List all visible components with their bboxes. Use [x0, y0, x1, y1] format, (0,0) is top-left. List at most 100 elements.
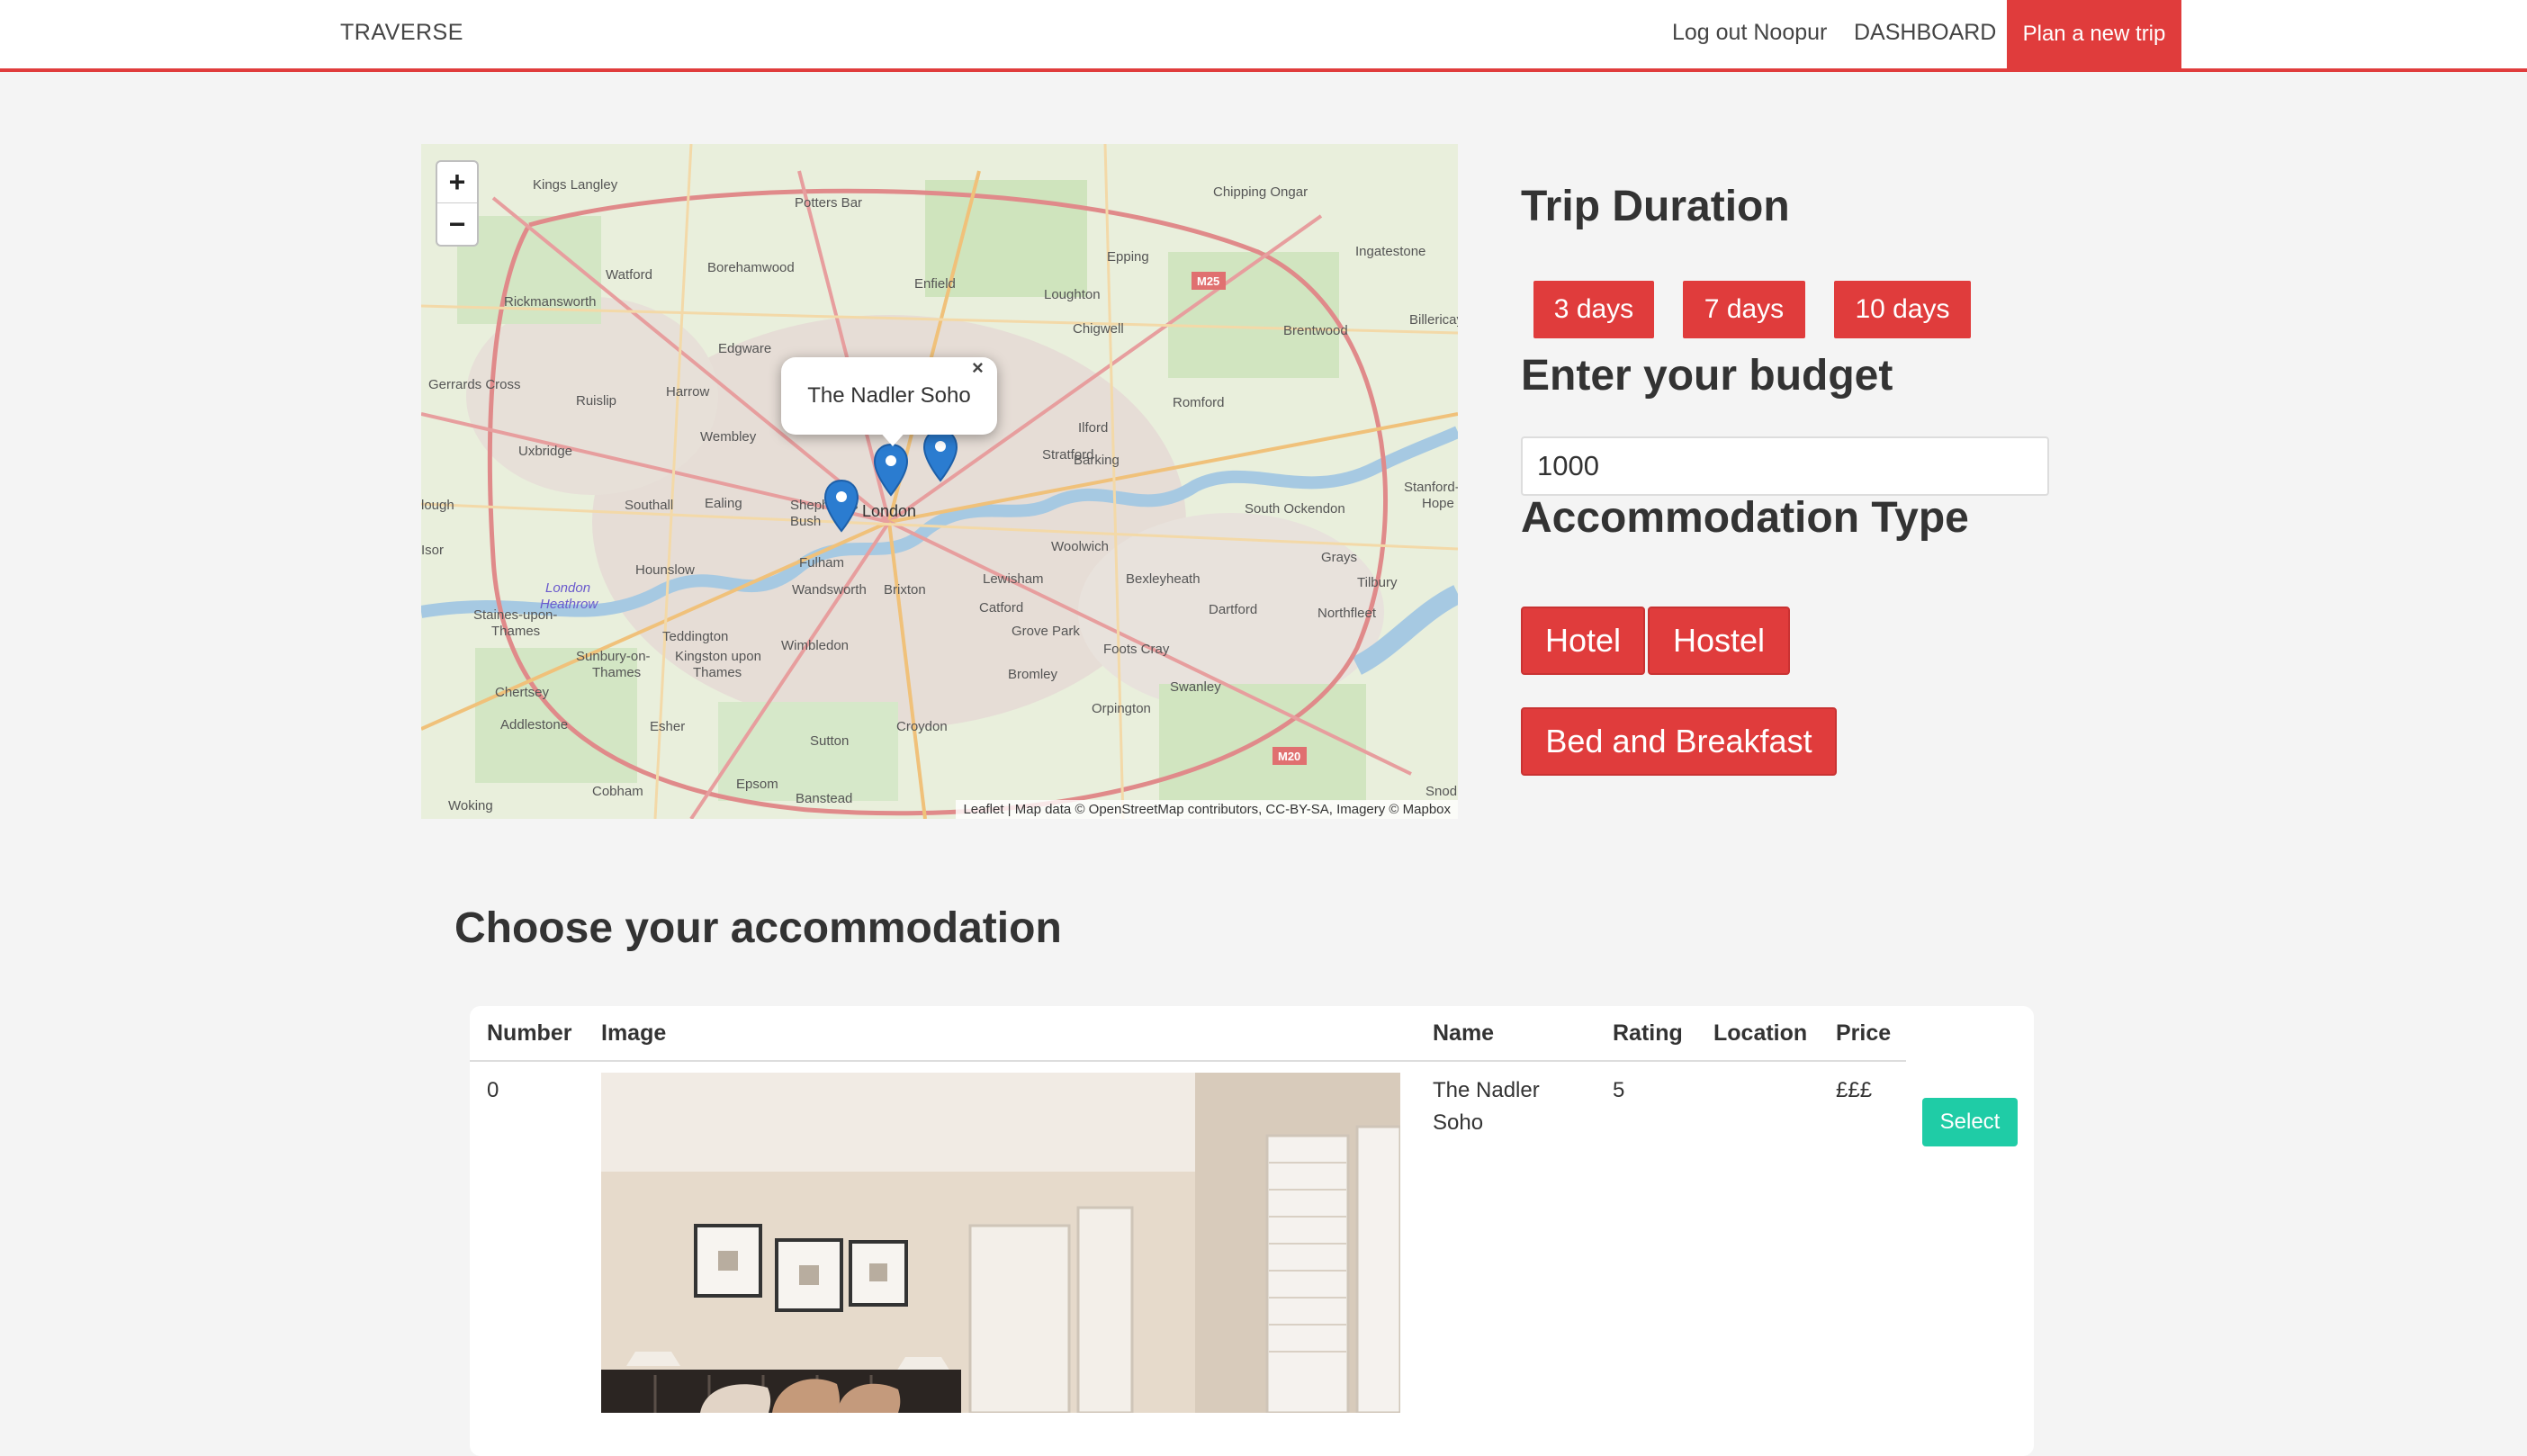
column-header-price: Price	[1836, 1020, 1892, 1046]
row-rating: 5	[1613, 1078, 1625, 1102]
svg-text:Kings Langley: Kings Langley	[533, 177, 618, 193]
row-number: 0	[487, 1078, 499, 1102]
svg-text:Billericay: Billericay	[1409, 312, 1458, 328]
svg-text:Snod: Snod	[1425, 784, 1457, 799]
svg-text:Watford: Watford	[606, 267, 652, 283]
svg-text:Ruislip: Ruislip	[576, 393, 616, 409]
svg-text:Catford: Catford	[979, 600, 1023, 616]
svg-text:Ilford: Ilford	[1078, 420, 1108, 436]
svg-text:lough: lough	[421, 498, 454, 513]
svg-text:Woking: Woking	[448, 798, 493, 813]
budget-input[interactable]	[1521, 436, 2049, 496]
svg-text:Ealing: Ealing	[705, 496, 742, 511]
svg-text:M20: M20	[1278, 750, 1300, 763]
top-navbar: TRAVERSE Log out Noopur DASHBOARD Plan a…	[0, 0, 2527, 72]
svg-text:Fulham: Fulham	[799, 555, 844, 571]
type-hostel-button[interactable]: Hostel	[1648, 607, 1790, 675]
budget-heading: Enter your budget	[1521, 352, 1893, 400]
svg-text:Sutton: Sutton	[810, 733, 849, 749]
svg-text:Ingatestone: Ingatestone	[1355, 244, 1425, 259]
svg-text:Wandsworth: Wandsworth	[792, 582, 867, 598]
map-marker-icon[interactable]	[873, 443, 909, 497]
svg-text:Rickmansworth: Rickmansworth	[504, 294, 597, 310]
choose-accommodation-heading: Choose your accommodation	[454, 904, 1062, 952]
svg-text:Harrow: Harrow	[666, 384, 710, 400]
svg-text:Romford: Romford	[1173, 395, 1225, 410]
column-header-name: Name	[1433, 1020, 1495, 1046]
svg-text:Lewisham: Lewisham	[983, 571, 1044, 587]
svg-text:Thames: Thames	[491, 624, 540, 639]
svg-text:Thames: Thames	[592, 665, 641, 680]
dashboard-link[interactable]: DASHBOARD	[1854, 20, 1996, 46]
svg-text:Bromley: Bromley	[1008, 667, 1058, 682]
duration-10-days-button[interactable]: 10 days	[1834, 281, 1971, 338]
svg-text:Banstead: Banstead	[796, 791, 852, 806]
popup-title: The Nadler Soho	[807, 383, 971, 408]
svg-text:Hounslow: Hounslow	[635, 562, 695, 578]
row-name: The Nadler Soho	[1433, 1078, 1540, 1135]
svg-text:Grove Park: Grove Park	[1012, 624, 1080, 639]
column-header-rating: Rating	[1613, 1020, 1683, 1046]
svg-text:Stanford-: Stanford-	[1404, 480, 1458, 495]
row-price: £££	[1836, 1078, 1873, 1102]
svg-text:Chertsey: Chertsey	[495, 685, 550, 700]
column-header-image: Image	[601, 1020, 667, 1046]
plan-new-trip-button[interactable]: Plan a new trip	[2007, 0, 2181, 68]
svg-text:Thames: Thames	[693, 665, 742, 680]
svg-text:Dartford: Dartford	[1209, 602, 1257, 617]
popup-close-icon[interactable]: ×	[972, 356, 984, 380]
map-attribution[interactable]: Leaflet | Map data © OpenStreetMap contr…	[956, 800, 1458, 819]
svg-text:Uxbridge: Uxbridge	[518, 444, 572, 459]
room-photo-graphic	[601, 1073, 1400, 1413]
svg-text:Wembley: Wembley	[700, 429, 757, 445]
map-view[interactable]: Kings Langley Potters Bar Epping Chippin…	[421, 144, 1458, 819]
svg-text:Bush: Bush	[790, 514, 821, 529]
svg-text:Swanley: Swanley	[1170, 679, 1221, 695]
svg-text:M25: M25	[1197, 274, 1219, 288]
hotel-room-image	[601, 1073, 1400, 1413]
svg-text:Gerrards Cross: Gerrards Cross	[428, 377, 521, 392]
accommodation-type-heading: Accommodation Type	[1521, 494, 1969, 542]
brand-logo[interactable]: TRAVERSE	[340, 20, 463, 46]
svg-text:Isor: Isor	[421, 543, 444, 558]
svg-text:Foots Cray: Foots Cray	[1103, 642, 1170, 657]
svg-text:Wimbledon: Wimbledon	[781, 638, 849, 653]
svg-text:Chipping Ongar: Chipping Ongar	[1213, 184, 1308, 200]
popup-tip	[878, 430, 907, 446]
svg-text:Cobham: Cobham	[592, 784, 643, 799]
map-marker-icon[interactable]	[922, 428, 958, 482]
svg-text:Teddington: Teddington	[662, 629, 728, 644]
svg-text:Brixton: Brixton	[884, 582, 926, 598]
svg-text:Northfleet: Northfleet	[1317, 606, 1377, 621]
svg-text:Chigwell: Chigwell	[1073, 321, 1124, 337]
svg-text:Epsom: Epsom	[736, 777, 778, 792]
svg-text:Grays: Grays	[1321, 550, 1357, 565]
svg-text:South Ockendon: South Ockendon	[1245, 501, 1345, 517]
svg-text:London: London	[862, 502, 916, 520]
duration-3-days-button[interactable]: 3 days	[1533, 281, 1654, 338]
svg-text:Addlestone: Addlestone	[500, 717, 568, 732]
column-header-number: Number	[487, 1020, 572, 1046]
trip-duration-heading: Trip Duration	[1521, 183, 1790, 230]
svg-text:Hope: Hope	[1422, 496, 1454, 511]
svg-text:Enfield: Enfield	[914, 276, 956, 292]
duration-7-days-button[interactable]: 7 days	[1683, 281, 1805, 338]
marker-popup: The Nadler Soho	[781, 357, 997, 435]
svg-text:Southall: Southall	[625, 498, 673, 513]
zoom-in-button[interactable]: +	[437, 162, 477, 203]
svg-text:Potters Bar: Potters Bar	[795, 195, 862, 211]
table-header-divider	[470, 1060, 1906, 1062]
svg-text:Esher: Esher	[650, 719, 685, 734]
svg-text:Epping: Epping	[1107, 249, 1149, 265]
svg-text:Borehamwood: Borehamwood	[707, 260, 795, 275]
type-hotel-button[interactable]: Hotel	[1521, 607, 1645, 675]
svg-text:Brentwood: Brentwood	[1283, 323, 1348, 338]
svg-text:Croydon: Croydon	[896, 719, 948, 734]
map-marker-icon[interactable]	[823, 479, 859, 533]
select-accommodation-button[interactable]: Select	[1922, 1098, 2018, 1146]
svg-text:Woolwich: Woolwich	[1051, 539, 1109, 554]
zoom-out-button[interactable]: −	[437, 203, 477, 245]
logout-link[interactable]: Log out Noopur	[1672, 20, 1827, 46]
svg-text:Heathrow: Heathrow	[540, 597, 598, 612]
type-bed-and-breakfast-button[interactable]: Bed and Breakfast	[1521, 707, 1837, 776]
